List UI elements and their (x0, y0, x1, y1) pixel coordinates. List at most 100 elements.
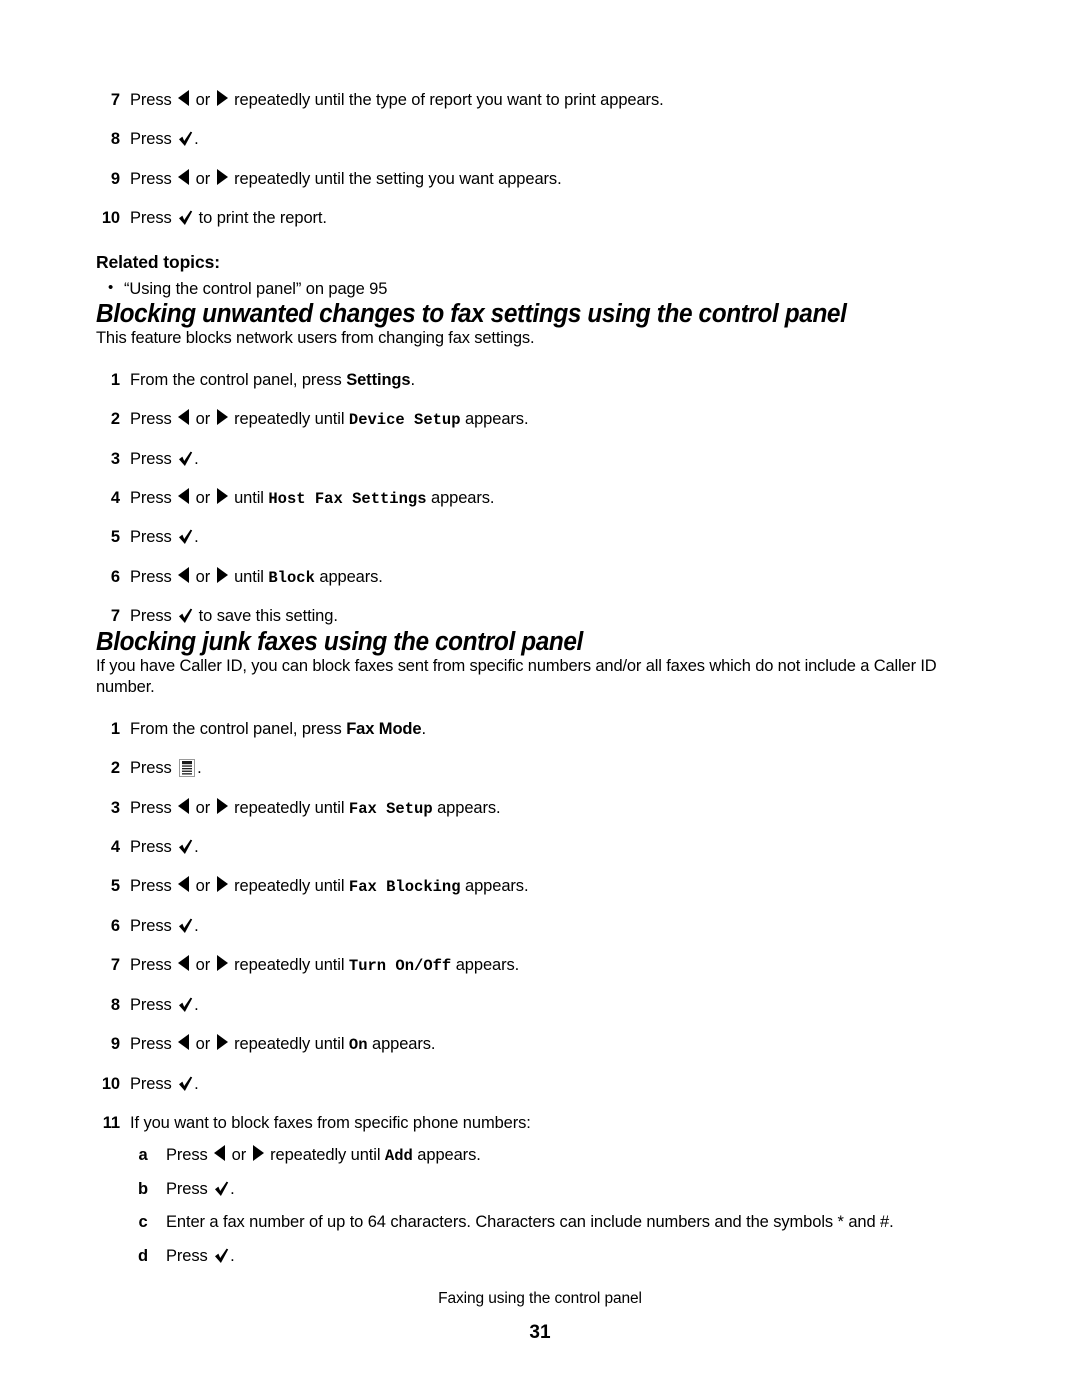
step-number: 3 (110, 449, 120, 468)
step-number: 11 (102, 1114, 120, 1133)
step-text-mid: or (191, 488, 215, 507)
section-intro: This feature blocks network users from c… (96, 329, 535, 348)
right-arrow-icon (216, 168, 228, 185)
document-page: 7 Press or repeatedly until the type of … (0, 0, 1080, 1397)
left-arrow-icon (178, 1034, 190, 1051)
left-arrow-icon (178, 90, 190, 106)
page-content: 7 Press or repeatedly until the type of … (96, 90, 996, 1267)
step-text-pre: Press (130, 877, 177, 896)
step-text-post-b: appears. (314, 567, 383, 586)
list-item: 6 Press or until Block appears. (96, 566, 996, 588)
right-arrow-icon (216, 797, 228, 814)
related-topics-block: Related topics: “Using the control panel… (96, 252, 996, 300)
right-arrow-icon (216, 409, 228, 426)
checkmark-icon (178, 839, 193, 855)
step-text-post: . (194, 837, 199, 856)
step-text-pre: Press (130, 759, 177, 778)
step-number: 6 (110, 916, 120, 935)
step-text-pre: Press (130, 410, 177, 429)
list-item: 1 From the control panel, press Fax Mode… (96, 719, 996, 740)
button-label-settings: Settings (346, 370, 411, 389)
step-text-post-b: appears. (367, 1035, 436, 1054)
related-topics-heading: Related topics: (96, 251, 220, 272)
substep-letter: c (138, 1213, 148, 1232)
step-text-pre: Press (130, 488, 177, 507)
menu-value: Block (268, 568, 315, 587)
step-number: 5 (110, 877, 120, 896)
list-item: 8 Press . (96, 995, 996, 1016)
list-item: 4 Press or until Host Fax Settings appea… (96, 487, 996, 509)
step-number: 5 (110, 528, 120, 547)
substep-text-post: . (230, 1179, 235, 1198)
step-text-post: . (421, 719, 426, 738)
list-item: 10 Press . (96, 1074, 996, 1095)
step-number: 2 (110, 410, 120, 429)
checkmark-icon (214, 1181, 229, 1197)
step-text-post-a: until (229, 488, 269, 507)
step-text-pre: Press (130, 916, 177, 935)
step-text-post: to save this setting. (194, 607, 338, 626)
step-text-post: . (197, 759, 202, 778)
substep-letter: b (138, 1179, 148, 1198)
left-arrow-icon (178, 955, 190, 972)
list-item: 1 From the control panel, press Settings… (96, 370, 996, 391)
right-arrow-icon (216, 487, 228, 504)
list-item: 9 Press or repeatedly until On appears. (96, 1034, 996, 1055)
checkmark-icon (178, 451, 193, 467)
step-text-pre: Press (130, 798, 177, 817)
section-intro: If you have Caller ID, you can block fax… (96, 656, 937, 697)
left-arrow-icon (178, 876, 190, 893)
blocking-changes-steps-list: 1 From the control panel, press Settings… (96, 370, 996, 628)
junk-fax-substeps-list: a Press or repeatedly until Add appears.… (130, 1145, 996, 1267)
menu-value: On (348, 1036, 368, 1055)
step-number: 4 (110, 837, 120, 856)
step-text-post: . (194, 995, 199, 1014)
menu-value: Host Fax Settings (268, 489, 427, 508)
step-number: 8 (110, 995, 120, 1014)
step-text-pre: Press (130, 209, 177, 228)
step-text-mid: or (191, 410, 215, 429)
right-arrow-icon (216, 566, 228, 583)
step-text-pre: From the control panel, press (130, 719, 347, 738)
menu-value: Fax Setup (348, 799, 433, 818)
substep-text-pre: Press (166, 1146, 213, 1165)
step-text-pre: Press (130, 91, 177, 109)
list-item[interactable]: “Using the control panel” on page 95 (96, 278, 996, 300)
step-text-pre: Press (130, 1074, 177, 1093)
step-number: 1 (110, 370, 120, 389)
left-arrow-icon (178, 797, 190, 814)
right-arrow-icon (252, 1145, 264, 1162)
step-text-post: . (194, 916, 199, 935)
list-item: 6 Press . (96, 916, 996, 937)
page-title: Blocking unwanted changes to fax setting… (96, 300, 847, 329)
list-item: 9 Press or repeatedly until the setting … (96, 168, 996, 190)
step-text-post-b: appears. (460, 410, 529, 429)
step-text-post-b: appears. (426, 488, 495, 507)
step-text-mid: or (191, 798, 215, 817)
substep-text-post-a: repeatedly until (265, 1146, 385, 1165)
checkmark-icon (214, 1248, 229, 1264)
right-arrow-icon (216, 955, 228, 972)
list-item: 7 Press or repeatedly until the type of … (96, 90, 996, 111)
step-text-post-a: repeatedly until (229, 956, 349, 975)
step-text-pre: Press (130, 567, 177, 586)
page-footer: Faxing using the control panel 31 (0, 1290, 1080, 1344)
menu-value: Device Setup (348, 411, 461, 430)
step-text-pre: From the control panel, press (130, 370, 347, 389)
left-arrow-icon (178, 566, 190, 583)
list-item: 3 Press . (96, 449, 996, 470)
step-text-pre: Press (130, 169, 177, 188)
step-text-post-b: appears. (460, 877, 529, 896)
related-topic-link[interactable]: “Using the control panel” on page 95 (124, 280, 387, 298)
list-item: 11 If you want to block faxes from speci… (96, 1113, 996, 1267)
step-text-mid: or (191, 956, 215, 975)
step-text-post: . (194, 528, 199, 547)
left-arrow-icon (214, 1145, 226, 1162)
menu-value: Add (384, 1147, 413, 1166)
list-item: 2 Press . (96, 758, 996, 779)
step-text-post: to print the report. (194, 209, 327, 228)
list-item: a Press or repeatedly until Add appears. (130, 1145, 996, 1166)
step-text-mid: or (191, 91, 215, 109)
checkmark-icon (178, 997, 193, 1013)
list-item: b Press . (130, 1179, 996, 1200)
